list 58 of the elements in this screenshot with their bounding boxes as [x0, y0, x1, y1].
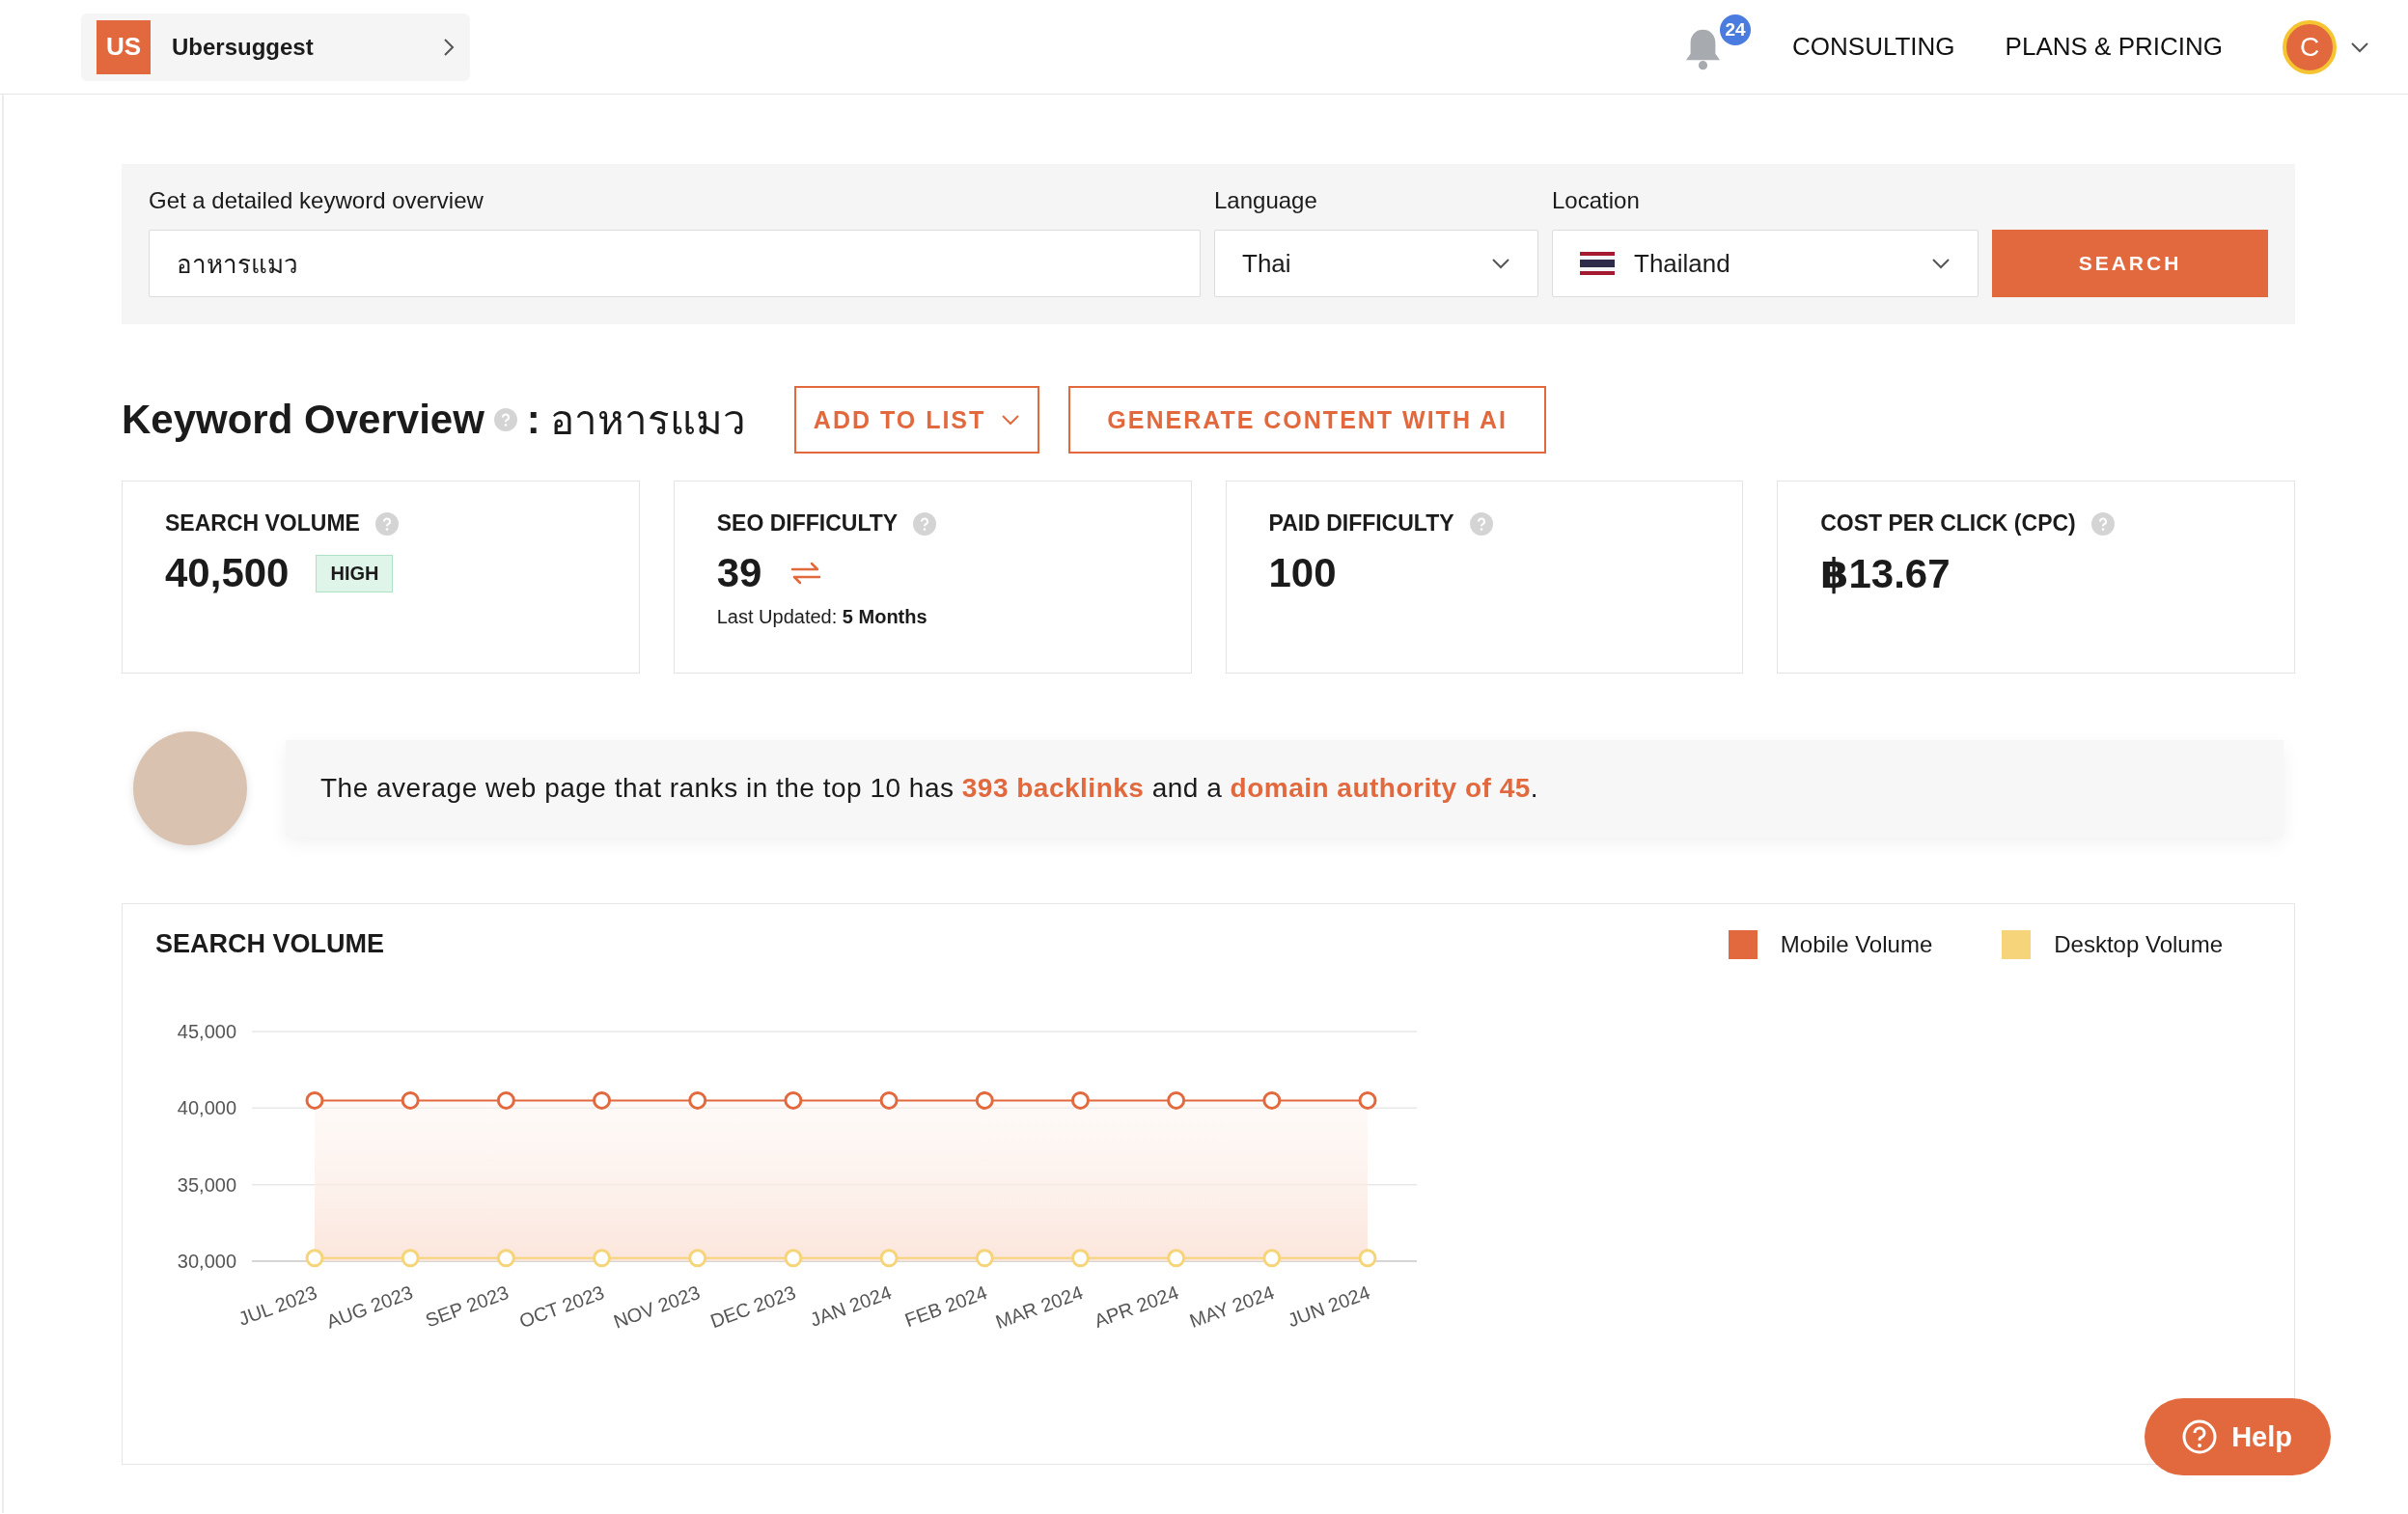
x-tick-label: AUG 2023 [323, 1281, 416, 1333]
x-tick-label: MAY 2024 [1186, 1281, 1278, 1333]
chevron-down-icon [1491, 258, 1510, 269]
metric-label: COST PER CLICK (CPC) [1820, 510, 2076, 537]
metric-label: SEO DIFFICULTY [716, 510, 899, 537]
x-tick-label: SEP 2023 [422, 1281, 512, 1332]
x-tick-label: MAR 2024 [992, 1281, 1086, 1334]
metric-value: 40,500 [165, 550, 290, 596]
location-label: Location [1552, 187, 1641, 214]
metric-label: SEARCH VOLUME [165, 510, 360, 537]
chart-title: SEARCH VOLUME [155, 929, 385, 959]
metric-value: ฿13.67 [1820, 550, 1951, 597]
location-dropdown[interactable]: Thailand [1552, 230, 1979, 297]
chevron-down-icon [1931, 258, 1951, 269]
nav-link[interactable]: PLANS & PRICING [2005, 32, 2223, 62]
app-switcher[interactable]: US Ubersuggest [81, 13, 470, 81]
x-tick-label: APR 2024 [1091, 1281, 1181, 1332]
help-icon[interactable] [2090, 511, 2115, 536]
metric-value: 39 [716, 550, 762, 596]
x-tick-label: JUN 2024 [1285, 1281, 1373, 1332]
app-name: Ubersuggest [172, 33, 315, 61]
chevron-right-icon [443, 37, 455, 57]
volume-level-tag: HIGH [316, 554, 394, 592]
y-tick-label: 40,000 [177, 1097, 236, 1119]
app-logo: US [97, 19, 151, 74]
x-tick-label: DEC 2023 [707, 1281, 799, 1333]
metric-value: 100 [1268, 550, 1337, 596]
language-dropdown[interactable]: Thai [1214, 230, 1538, 297]
keyword-label: Get a detailed keyword overview [149, 187, 484, 214]
caret-icon [1001, 414, 1021, 426]
account-menu-chevron-icon [2350, 41, 2369, 53]
x-tick-label: OCT 2023 [516, 1281, 607, 1333]
flag-icon [1580, 252, 1615, 275]
keyword-title: อาหารแมว [549, 397, 746, 445]
help-icon[interactable] [913, 511, 937, 536]
metric-label: PAID DIFFICULTY [1268, 510, 1454, 537]
notification-count: 24 [1720, 14, 1752, 45]
question-icon [2181, 1418, 2219, 1455]
separator: : [526, 397, 540, 443]
x-tick-label: JAN 2024 [807, 1281, 895, 1331]
legend-label[interactable]: Desktop Volume [2054, 930, 2223, 958]
y-tick-label: 45,000 [177, 1021, 236, 1042]
x-tick-label: FEB 2024 [901, 1281, 990, 1332]
legend-label[interactable]: Mobile Volume [1780, 930, 1933, 958]
page-title: Keyword Overview [122, 397, 484, 443]
help-icon[interactable] [493, 408, 517, 431]
keyword-input[interactable]: อาหารแมว [149, 230, 1201, 297]
bell-icon[interactable] [1686, 27, 1721, 72]
x-tick-label: JUL 2023 [235, 1281, 320, 1330]
help-icon[interactable] [1469, 511, 1493, 536]
help-icon[interactable] [374, 511, 399, 536]
language-label: Language [1214, 187, 1318, 214]
tip-text: The average web page that ranks in the top 10 has 393 backlinks and a domain authority of 45. [286, 740, 2283, 837]
nav-link[interactable]: CONSULTING [1792, 32, 1955, 62]
x-tick-label: NOV 2023 [610, 1281, 704, 1333]
y-tick-label: 35,000 [177, 1173, 236, 1196]
y-tick-label: 30,000 [177, 1251, 236, 1272]
last-updated-text: Last Updated: 5 Months [716, 606, 928, 628]
